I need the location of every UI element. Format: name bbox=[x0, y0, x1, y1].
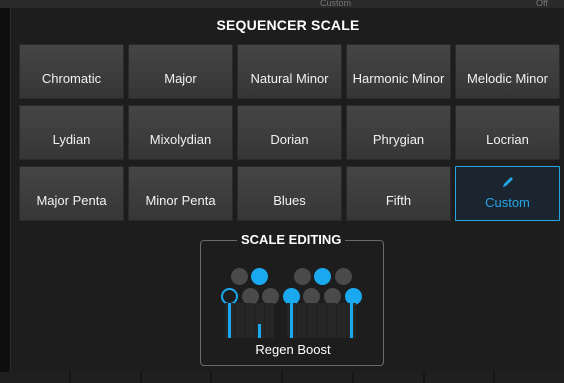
scale-editing-section: SCALE EDITING Regen Boost bbox=[200, 232, 385, 366]
scale-label: Minor Penta bbox=[145, 193, 216, 208]
regen-boost-slider[interactable] bbox=[317, 303, 326, 338]
regen-boost-fill bbox=[228, 303, 231, 338]
scale-button-harmonic-minor[interactable]: Harmonic Minor bbox=[346, 44, 451, 99]
scale-button-fifth[interactable]: Fifth bbox=[346, 166, 451, 221]
scale-button-dorian[interactable]: Dorian bbox=[237, 105, 342, 160]
dialog-title: SEQUENCER SCALE bbox=[216, 17, 360, 33]
scale-label: Blues bbox=[273, 193, 306, 208]
scale-grid: Chromatic Major Natural Minor Harmonic M… bbox=[19, 44, 560, 221]
scale-button-lydian[interactable]: Lydian bbox=[19, 105, 124, 160]
scale-label: Fifth bbox=[385, 193, 412, 208]
regen-boost-fill bbox=[258, 324, 261, 338]
scale-label: Major bbox=[164, 71, 197, 86]
regen-boost-sliders bbox=[201, 241, 385, 341]
scale-button-locrian[interactable]: Locrian bbox=[455, 105, 560, 160]
scale-button-major-penta[interactable]: Major Penta bbox=[19, 166, 124, 221]
scale-label: Chromatic bbox=[41, 71, 102, 86]
sequencer-scale-dialog: SEQUENCER SCALE Chromatic Major Natural … bbox=[10, 8, 564, 375]
regen-boost-label: Regen Boost bbox=[255, 342, 331, 357]
scale-button-custom[interactable]: Custom bbox=[455, 166, 560, 221]
scale-button-chromatic[interactable]: Chromatic bbox=[19, 44, 124, 99]
scale-button-mixolydian[interactable]: Mixolydian bbox=[128, 105, 233, 160]
scale-button-phrygian[interactable]: Phrygian bbox=[346, 105, 451, 160]
scale-label: Custom bbox=[485, 195, 530, 210]
regen-boost-fill bbox=[350, 303, 353, 338]
background-bottom-strip bbox=[0, 372, 564, 383]
regen-boost-slider[interactable] bbox=[255, 303, 264, 338]
scale-label: Mixolydian bbox=[149, 132, 212, 147]
scale-label: Locrian bbox=[486, 132, 529, 147]
scale-button-natural-minor[interactable]: Natural Minor bbox=[237, 44, 342, 99]
regen-boost-fill bbox=[290, 303, 293, 338]
background-fragment-left: Custom bbox=[320, 0, 352, 8]
pencil-icon bbox=[501, 175, 515, 192]
regen-boost-slider[interactable] bbox=[337, 303, 346, 338]
regen-boost-slider[interactable] bbox=[297, 303, 306, 338]
regen-boost-slider[interactable] bbox=[307, 303, 316, 338]
background-top-strip: Custom Off bbox=[0, 0, 564, 8]
scale-label: Melodic Minor bbox=[467, 71, 548, 86]
regen-boost-slider[interactable] bbox=[265, 303, 274, 338]
scale-label: Lydian bbox=[52, 132, 91, 147]
regen-boost-slider[interactable] bbox=[287, 303, 296, 338]
scale-label: Harmonic Minor bbox=[352, 71, 445, 86]
scale-button-major[interactable]: Major bbox=[128, 44, 233, 99]
background-fragment-right: Off bbox=[536, 0, 548, 8]
scale-button-minor-penta[interactable]: Minor Penta bbox=[128, 166, 233, 221]
scale-label: Natural Minor bbox=[250, 71, 329, 86]
scale-button-melodic-minor[interactable]: Melodic Minor bbox=[455, 44, 560, 99]
regen-boost-slider[interactable] bbox=[225, 303, 234, 338]
regen-boost-slider[interactable] bbox=[327, 303, 336, 338]
regen-boost-slider[interactable] bbox=[235, 303, 244, 338]
scale-label: Major Penta bbox=[36, 193, 107, 208]
scale-button-blues[interactable]: Blues bbox=[237, 166, 342, 221]
scale-label: Phrygian bbox=[372, 132, 425, 147]
regen-boost-slider[interactable] bbox=[245, 303, 254, 338]
scale-label: Dorian bbox=[270, 132, 309, 147]
regen-boost-slider[interactable] bbox=[347, 303, 356, 338]
